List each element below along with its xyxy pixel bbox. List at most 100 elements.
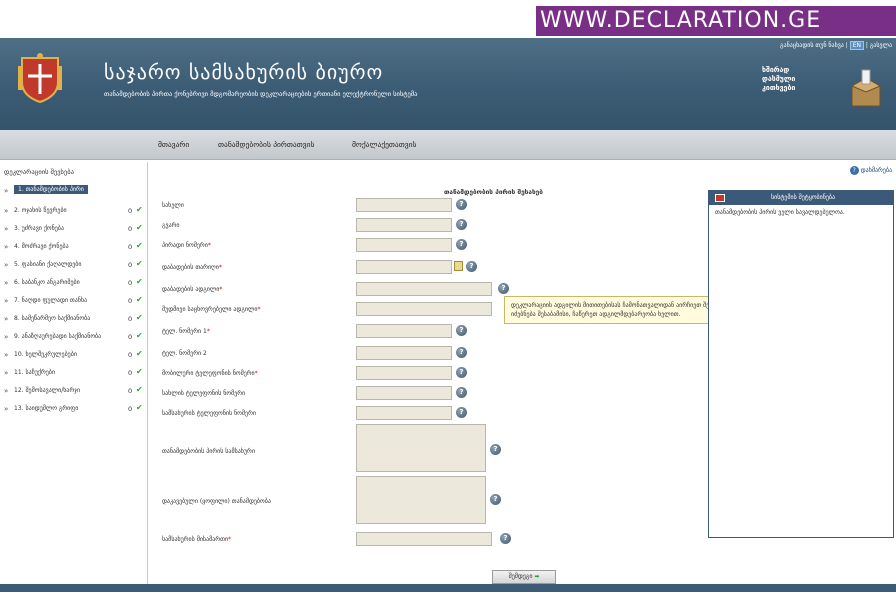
sidebar-item-classified[interactable]: » 13. საიდუმლო გრიფი 0 ✔: [0, 402, 148, 416]
next-button[interactable]: შემდეგი ➡: [492, 570, 556, 584]
watermark-banner: WWW.DECLARATION.GE: [536, 6, 896, 36]
sidebar-title: დეკლარაციის შევსება: [4, 168, 74, 176]
system-notice-panel: სისტემის შეტყობინება თანამდებობის პირის …: [708, 190, 894, 538]
help-icon[interactable]: ?: [490, 444, 501, 455]
help-icon[interactable]: ?: [466, 261, 477, 272]
field-label-first-name: სახელი: [162, 202, 184, 209]
sidebar-item-contracts[interactable]: » 10. ხელშეკრულებები 0 ✔: [0, 348, 148, 362]
field-label-last-name: გვარი: [162, 222, 180, 229]
sidebar-item-official[interactable]: » 1. თანამდებობის პირი: [0, 184, 148, 198]
calendar-icon[interactable]: [454, 261, 463, 271]
language-switch[interactable]: EN: [849, 41, 864, 50]
help-icon[interactable]: ?: [456, 325, 467, 336]
sidebar-item-business[interactable]: » 8. სამეწარმეო საქმიანობა 0 ✔: [0, 312, 148, 326]
notice-header: სისტემის შეტყობინება: [709, 191, 893, 205]
field-label-phone-1: ტელ. ნომერი 1*: [162, 328, 210, 335]
checkmark-icon: ✔: [136, 367, 143, 376]
mobile-input[interactable]: [356, 366, 452, 380]
sidebar-item-movable[interactable]: » 4. მოძრავი ქონება 0 ✔: [0, 240, 148, 254]
help-icon[interactable]: ?: [456, 387, 467, 398]
birth-date-input[interactable]: [356, 260, 452, 274]
nav-officials[interactable]: თანამდებობის პირთათვის: [218, 140, 314, 149]
sidebar-item-real-estate[interactable]: » 3. უძრავი ქონება 0 ✔: [0, 222, 148, 236]
checkmark-icon: ✔: [136, 295, 143, 304]
site-header: განაცხადის თუნ ნახვა | EN | გასვლა საჯარ…: [0, 38, 896, 130]
arrow-right-icon: »: [4, 261, 9, 269]
checkmark-icon: ✔: [136, 331, 143, 340]
arrow-right-icon: »: [4, 405, 9, 413]
help-icon[interactable]: ?: [456, 239, 467, 250]
sidebar-item-gifts[interactable]: » 11. საჩუქრები 0 ✔: [0, 366, 148, 380]
field-label-mobile: მობილური ტელეფონის ნომერი*: [162, 370, 258, 377]
phone-2-input[interactable]: [356, 346, 452, 360]
checkmark-icon: ✔: [136, 403, 143, 412]
sidebar-item-securities[interactable]: » 5. ფასიანი ქაღალდები 0 ✔: [0, 258, 148, 272]
field-label-position: დაკავებული (ყოფილი) თანამდებობა: [162, 498, 271, 505]
field-label-birth-place: დაბადების ადგილი*: [162, 286, 223, 293]
arrow-right-icon: »: [4, 297, 9, 305]
help-icon[interactable]: ?: [490, 494, 501, 505]
org-subtitle: თანამდებობის პირთა ქონებრივი მდგომარეობი…: [104, 90, 418, 98]
notice-message: თანამდებობის პირის ველი სავალდებულოა.: [715, 209, 845, 216]
nav-citizens[interactable]: მოქალაქეთათვის: [352, 140, 416, 149]
help-icon[interactable]: ?: [456, 219, 467, 230]
last-name-input[interactable]: [356, 218, 452, 232]
sidebar-item-bank-accounts[interactable]: » 6. საბანკო ანგარიშები 0 ✔: [0, 276, 148, 290]
home-phone-input[interactable]: [356, 386, 452, 400]
phone-1-input[interactable]: [356, 324, 452, 338]
sidebar-item-income[interactable]: » 12. შემოსავალი/ხარჯი 0 ✔: [0, 384, 148, 398]
arrow-right-icon: »: [4, 243, 9, 251]
work-address-input[interactable]: [356, 532, 492, 546]
residence-input[interactable]: [356, 302, 492, 316]
sidebar-item-family[interactable]: » 2. ოჯახის წევრები 0 ✔: [0, 204, 148, 218]
arrow-right-icon: »: [4, 279, 9, 287]
sidebar-item-cash[interactable]: » 7. ნაღდი ფულადი თანხა 0 ✔: [0, 294, 148, 308]
view-declaration-link[interactable]: განაცხადის თუნ ნახვა |: [780, 42, 848, 49]
coat-of-arms-icon: [18, 53, 62, 104]
checkmark-icon: ✔: [136, 223, 143, 232]
faq-label: ხშირად დასმული კითხვები: [762, 66, 796, 92]
checkmark-icon: ✔: [136, 277, 143, 286]
footer-bar: [0, 584, 896, 592]
personal-id-input[interactable]: [356, 238, 452, 252]
help-link[interactable]: ? დახმარება: [849, 166, 892, 175]
arrow-right-icon: »: [4, 187, 9, 195]
arrow-right-icon: »: [4, 315, 9, 323]
checkmark-icon: ✔: [136, 313, 143, 322]
flag-icon: [715, 194, 725, 202]
field-label-workplace: თანამდებობის პირის სამსახური: [162, 448, 255, 455]
arrow-right-icon: »: [4, 351, 9, 359]
field-label-work-address: სამსახურის მისამართი*: [162, 536, 231, 543]
birth-place-input[interactable]: [356, 282, 492, 296]
position-textarea[interactable]: [356, 476, 486, 524]
first-name-input[interactable]: [356, 198, 452, 212]
arrow-right-icon: »: [4, 333, 9, 341]
help-icon[interactable]: ?: [498, 283, 509, 294]
sidebar-item-paid-work[interactable]: » 9. ანაზღაურებადი საქმიანობა 0 ✔: [0, 330, 148, 344]
work-phone-input[interactable]: [356, 406, 452, 420]
field-label-personal-id: პირადი ნომერი*: [162, 242, 211, 249]
declaration-sidebar: დეკლარაციის შევსება » 1. თანამდებობის პი…: [0, 162, 148, 584]
nav-home[interactable]: მთავარი: [158, 140, 189, 149]
main-content: ? დახმარება თანამდებობის პირის შესახებ სა…: [152, 162, 896, 584]
help-icon[interactable]: ?: [456, 407, 467, 418]
faq-link[interactable]: ხშირად დასმული კითხვები: [762, 62, 890, 122]
arrow-right-icon: »: [4, 225, 9, 233]
help-icon[interactable]: ?: [456, 347, 467, 358]
checkmark-icon: ✔: [136, 385, 143, 394]
checkmark-icon: ✔: [136, 259, 143, 268]
field-label-home-phone: სახლის ტელეფონის ნომერი: [162, 390, 246, 397]
field-label-residence: მუდმივი საცხოვრებელი ადგილი*: [162, 306, 261, 313]
arrow-right-icon: »: [4, 369, 9, 377]
help-icon[interactable]: ?: [456, 199, 467, 210]
help-icon[interactable]: ?: [456, 367, 467, 378]
field-label-work-phone: სამსახურის ტელეფონის ნომერი: [162, 410, 256, 417]
logout-link[interactable]: | გასვლა: [866, 42, 892, 49]
workplace-textarea[interactable]: [356, 424, 486, 472]
field-label-phone-2: ტელ. ნომერი 2: [162, 350, 207, 357]
open-box-icon: [850, 69, 882, 107]
arrow-right-icon: »: [4, 387, 9, 395]
arrow-right-icon: ➡: [534, 573, 540, 580]
form-title: თანამდებობის პირის შესახებ: [444, 188, 543, 196]
help-icon[interactable]: ?: [500, 533, 511, 544]
